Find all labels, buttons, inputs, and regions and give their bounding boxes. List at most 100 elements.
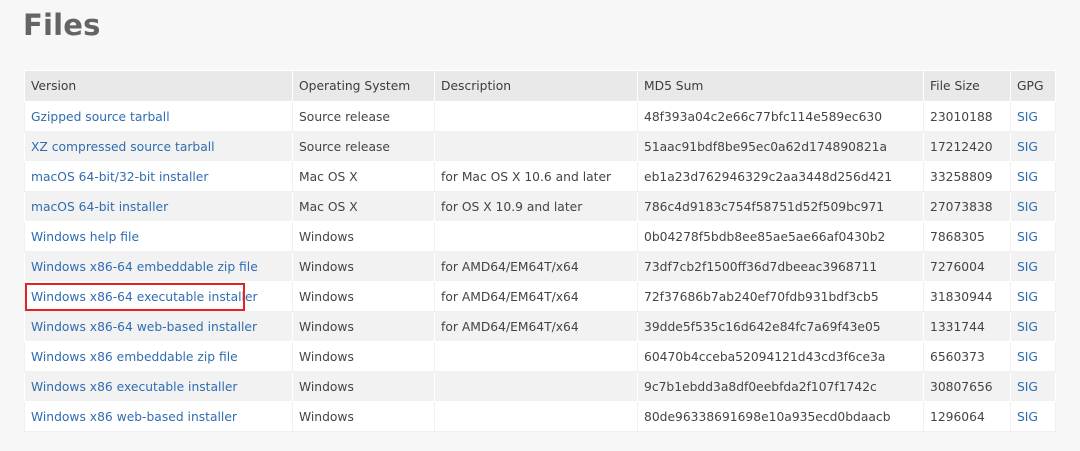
cell-description <box>434 131 638 162</box>
cell-file-size: 30807656 <box>923 371 1011 402</box>
cell-file-size: 1331744 <box>923 311 1011 342</box>
gpg-signature-link[interactable]: SIG <box>1017 410 1038 424</box>
cell-description: for OS X 10.9 and later <box>434 191 638 222</box>
cell-md5-sum: 48f393a04c2e66c77bfc114e589ec630 <box>637 101 924 132</box>
files-table-body: Gzipped source tarball Source release 48f3… <box>24 101 1056 432</box>
download-link[interactable]: macOS 64-bit/32-bit installer <box>31 170 208 184</box>
cell-version: Windows x86-64 web-based installer <box>24 311 293 342</box>
cell-description <box>434 371 638 402</box>
download-link[interactable]: Windows x86-64 embeddable zip file <box>31 260 258 274</box>
table-row: macOS 64-bit installer Mac OS Xfor OS X 1… <box>24 191 1056 222</box>
download-link[interactable]: Windows x86 web-based installer <box>31 410 237 424</box>
table-row: Windows x86 embeddable zip file Windows 60… <box>24 341 1056 372</box>
cell-md5-sum: 39dde5f535c16d642e84fc7a69f43e05 <box>637 311 924 342</box>
table-row: XZ compressed source tarball Source relea… <box>24 131 1056 162</box>
cell-description <box>434 341 638 372</box>
cell-file-size: 33258809 <box>923 161 1011 192</box>
table-row: Gzipped source tarball Source release 48f3… <box>24 101 1056 132</box>
gpg-signature-link[interactable]: SIG <box>1017 230 1038 244</box>
cell-version: Windows help file <box>24 221 293 252</box>
cell-operating-system: Mac OS X <box>292 191 435 222</box>
cell-md5-sum: 9c7b1ebdd3a8df0eebfda2f107f1742c <box>637 371 924 402</box>
column-header-gpg: GPG <box>1010 70 1056 102</box>
gpg-signature-link[interactable]: SIG <box>1017 200 1038 214</box>
cell-file-size: 6560373 <box>923 341 1011 372</box>
cell-md5-sum: eb1a23d762946329c2aa3448d256d421 <box>637 161 924 192</box>
cell-description: for AMD64/EM64T/x64 <box>434 311 638 342</box>
cell-gpg: SIG <box>1010 131 1056 162</box>
table-row: macOS 64-bit/32-bit installer Mac OS Xfor… <box>24 161 1056 192</box>
cell-md5-sum: 72f37686b7ab240ef70fdb931bdf3cb5 <box>637 281 924 312</box>
column-header-md5-sum: MD5 Sum <box>637 70 924 102</box>
cell-version: Windows x86 executable installer <box>24 371 293 402</box>
download-link[interactable]: macOS 64-bit installer <box>31 200 168 214</box>
download-link[interactable]: Windows help file <box>31 230 139 244</box>
column-header-file-size: File Size <box>923 70 1011 102</box>
table-header-row: Version Operating System Description MD5… <box>24 70 1056 102</box>
cell-operating-system: Windows <box>292 341 435 372</box>
cell-version: Windows x86-64 executable installer <box>24 281 293 312</box>
cell-version: Gzipped source tarball <box>24 101 293 132</box>
gpg-signature-link[interactable]: SIG <box>1017 350 1038 364</box>
table-row: Windows x86-64 web-based installer Window… <box>24 311 1056 342</box>
gpg-signature-link[interactable]: SIG <box>1017 260 1038 274</box>
download-link[interactable]: XZ compressed source tarball <box>31 140 215 154</box>
table-row: Windows x86-64 embeddable zip file Window… <box>24 251 1056 282</box>
cell-md5-sum: 51aac91bdf8be95ec0a62d174890821a <box>637 131 924 162</box>
gpg-signature-link[interactable]: SIG <box>1017 170 1038 184</box>
gpg-signature-link[interactable]: SIG <box>1017 110 1038 124</box>
cell-operating-system: Source release <box>292 101 435 132</box>
cell-operating-system: Source release <box>292 131 435 162</box>
cell-gpg: SIG <box>1010 191 1056 222</box>
cell-operating-system: Windows <box>292 401 435 432</box>
cell-operating-system: Windows <box>292 371 435 402</box>
column-header-operating-system: Operating System <box>292 70 435 102</box>
gpg-signature-link[interactable]: SIG <box>1017 290 1038 304</box>
cell-file-size: 27073838 <box>923 191 1011 222</box>
table-row: Windows x86 executable installer Windows 9… <box>24 371 1056 402</box>
cell-operating-system: Windows <box>292 221 435 252</box>
gpg-signature-link[interactable]: SIG <box>1017 140 1038 154</box>
download-link[interactable]: Windows x86-64 executable installer <box>31 290 258 304</box>
table-row: Windows x86 web-based installer Windows 80… <box>24 401 1056 432</box>
cell-gpg: SIG <box>1010 101 1056 132</box>
cell-file-size: 17212420 <box>923 131 1011 162</box>
table-row: Windows help file Windows 0b04278f5bdb8ee8… <box>24 221 1056 252</box>
cell-operating-system: Windows <box>292 251 435 282</box>
cell-description: for AMD64/EM64T/x64 <box>434 251 638 282</box>
cell-version: Windows x86-64 embeddable zip file <box>24 251 293 282</box>
cell-gpg: SIG <box>1010 341 1056 372</box>
cell-md5-sum: 786c4d9183c754f58751d52f509bc971 <box>637 191 924 222</box>
cell-operating-system: Windows <box>292 311 435 342</box>
cell-gpg: SIG <box>1010 311 1056 342</box>
cell-file-size: 7868305 <box>923 221 1011 252</box>
page-title: Files <box>23 8 101 42</box>
download-link[interactable]: Windows x86-64 web-based installer <box>31 320 257 334</box>
cell-file-size: 1296064 <box>923 401 1011 432</box>
cell-version: macOS 64-bit installer <box>24 191 293 222</box>
download-link[interactable]: Gzipped source tarball <box>31 110 170 124</box>
download-link[interactable]: Windows x86 embeddable zip file <box>31 350 238 364</box>
cell-description <box>434 101 638 132</box>
cell-gpg: SIG <box>1010 161 1056 192</box>
cell-description <box>434 401 638 432</box>
cell-md5-sum: 80de96338691698e10a935ecd0bdaacb <box>637 401 924 432</box>
cell-gpg: SIG <box>1010 401 1056 432</box>
cell-gpg: SIG <box>1010 281 1056 312</box>
cell-description <box>434 221 638 252</box>
column-header-version: Version <box>24 70 293 102</box>
cell-gpg: SIG <box>1010 221 1056 252</box>
cell-md5-sum: 73df7cb2f1500ff36d7dbeeac3968711 <box>637 251 924 282</box>
cell-description: for AMD64/EM64T/x64 <box>434 281 638 312</box>
cell-md5-sum: 0b04278f5bdb8ee85ae5ae66af0430b2 <box>637 221 924 252</box>
gpg-signature-link[interactable]: SIG <box>1017 320 1038 334</box>
cell-operating-system: Windows <box>292 281 435 312</box>
cell-file-size: 31830944 <box>923 281 1011 312</box>
cell-description: for Mac OS X 10.6 and later <box>434 161 638 192</box>
cell-file-size: 7276004 <box>923 251 1011 282</box>
cell-version: Windows x86 embeddable zip file <box>24 341 293 372</box>
download-link[interactable]: Windows x86 executable installer <box>31 380 237 394</box>
table-row: Windows x86-64 executable installer Windo… <box>24 281 1056 312</box>
gpg-signature-link[interactable]: SIG <box>1017 380 1038 394</box>
cell-md5-sum: 60470b4cceba52094121d43cd3f6ce3a <box>637 341 924 372</box>
